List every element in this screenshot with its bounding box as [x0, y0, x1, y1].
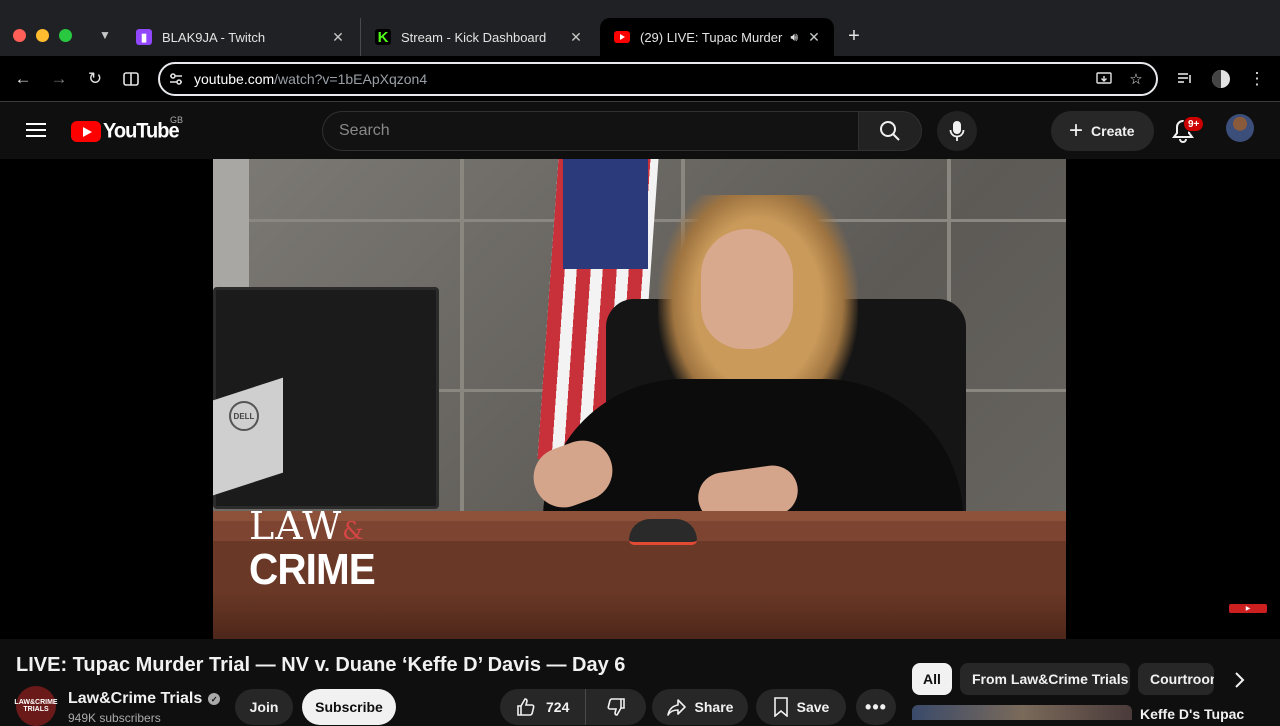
thumbs-down-icon: [607, 698, 625, 716]
notification-count-badge: 9+: [1183, 116, 1205, 132]
youtube-icon: [614, 31, 630, 43]
browser-tab-kick[interactable]: K Stream - Kick Dashboard ✕: [360, 18, 596, 56]
dell-logo: DELL: [229, 401, 259, 431]
create-button[interactable]: + Create: [1051, 111, 1154, 151]
speaker-icon[interactable]: 🔊︎: [790, 30, 798, 45]
search-icon: [880, 121, 900, 141]
window-minimize-button[interactable]: [36, 29, 49, 42]
back-arrow-icon[interactable]: ←: [12, 68, 34, 90]
law-crime-watermark-top: LAW&: [249, 504, 365, 548]
bookmark-star-icon[interactable]: ☆: [1126, 69, 1146, 89]
youtube-logo[interactable]: YouTube GB: [71, 115, 183, 143]
forward-arrow-icon[interactable]: →: [48, 68, 70, 90]
voice-search-button[interactable]: [937, 111, 977, 151]
law-crime-watermark-bottom: CRIME: [249, 545, 376, 594]
tab-title: BLAK9JA - Twitch: [162, 29, 266, 45]
save-label: Save: [796, 699, 830, 715]
search-input[interactable]: [339, 122, 839, 140]
country-code: GB: [170, 115, 184, 125]
reading-list-icon[interactable]: [1174, 68, 1196, 90]
bench-microphone: [629, 519, 697, 545]
verified-check-icon: ✓: [208, 693, 221, 705]
url-text[interactable]: youtube.com/watch?v=1bEApXqzon4: [194, 71, 427, 87]
install-app-icon[interactable]: [1094, 69, 1114, 89]
twitch-icon: ▮: [136, 29, 152, 45]
more-horizontal-icon: •••: [865, 696, 887, 717]
account-avatar[interactable]: [1226, 114, 1254, 142]
window-close-button[interactable]: [13, 29, 26, 42]
tab-title: (29) LIVE: Tupac Murder T: [640, 29, 785, 45]
new-tab-icon[interactable]: +: [844, 25, 864, 47]
tab-close-icon[interactable]: ✕: [568, 29, 584, 45]
window-zoom-button[interactable]: [59, 29, 72, 42]
microphone-icon: [949, 121, 965, 141]
subscriber-count: 949K subscribers: [68, 711, 161, 725]
browser-tab-twitch[interactable]: ▮ BLAK9JA - Twitch ✕: [122, 18, 358, 56]
subscribe-watermark[interactable]: ▶: [1229, 604, 1267, 613]
url-host: youtube.com: [194, 71, 275, 87]
address-bar[interactable]: youtube.com/watch?v=1bEApXqzon4 ☆: [158, 62, 1158, 96]
kick-icon: K: [375, 29, 391, 46]
browser-tab-strip: ▼ ▮ BLAK9JA - Twitch ✕ K Stream - Kick D…: [0, 0, 1280, 56]
thumbs-up-icon: [517, 698, 535, 716]
site-settings-icon[interactable]: [166, 69, 186, 89]
tab-close-icon[interactable]: ✕: [806, 29, 822, 45]
tab-title: Stream - Kick Dashboard: [401, 29, 547, 45]
watermark-amp: &: [342, 517, 365, 545]
youtube-masthead: YouTube GB + Create 9+: [0, 103, 1280, 159]
logo-wordmark: YouTube: [103, 119, 180, 143]
create-label: Create: [1091, 123, 1135, 139]
video-player[interactable]: DELL LAW& CRIME ▶: [0, 159, 1280, 639]
flag-canton: [563, 159, 648, 269]
share-label: Share: [694, 699, 734, 715]
plus-icon: +: [1069, 117, 1084, 144]
reload-icon[interactable]: ↻: [84, 68, 106, 90]
judge-face: [701, 229, 793, 349]
watermark-law-text: LAW: [249, 504, 343, 548]
chip-courtroom[interactable]: Courtroom: [1138, 663, 1214, 695]
channel-avatar[interactable]: LAW&CRIME TRIALS: [14, 686, 58, 726]
bookmark-icon: [773, 697, 788, 717]
youtube-play-logo-icon: [71, 121, 101, 142]
chip-all[interactable]: All: [912, 663, 952, 695]
profile-icon[interactable]: [1210, 68, 1232, 90]
url-path: /watch?v=1bEApXqzon4: [274, 71, 428, 87]
browser-tab-youtube[interactable]: (29) LIVE: Tupac Murder T 🔊︎ ✕: [600, 18, 834, 56]
browser-menu-icon[interactable]: ⋮: [1246, 68, 1268, 90]
chevron-right-icon[interactable]: [1226, 666, 1254, 694]
share-arrow-icon: [666, 699, 686, 716]
tab-close-icon[interactable]: ✕: [330, 29, 346, 45]
guide-menu-icon[interactable]: [26, 123, 46, 137]
video-title: LIVE: Tupac Murder Trial — NV v. Duane ‘…: [16, 654, 626, 676]
split-view-icon[interactable]: [120, 68, 142, 90]
tab-search-chevron-icon[interactable]: ▼: [96, 26, 114, 44]
search-button[interactable]: [858, 111, 922, 151]
recommended-video-thumbnail[interactable]: [912, 705, 1132, 720]
search-container: [322, 111, 859, 151]
browser-toolbar: ← → ↻ youtube.com/watch?v=1bEApXqzon4 ☆ …: [0, 56, 1280, 102]
channel-name[interactable]: Law&Crime Trials: [68, 690, 202, 708]
channel-name-row[interactable]: Law&Crime Trials ✓: [68, 690, 221, 708]
like-count: 724: [546, 699, 570, 715]
chip-from-channel[interactable]: From Law&Crime Trials: [960, 663, 1130, 695]
video-frame[interactable]: DELL LAW& CRIME: [213, 159, 1066, 639]
